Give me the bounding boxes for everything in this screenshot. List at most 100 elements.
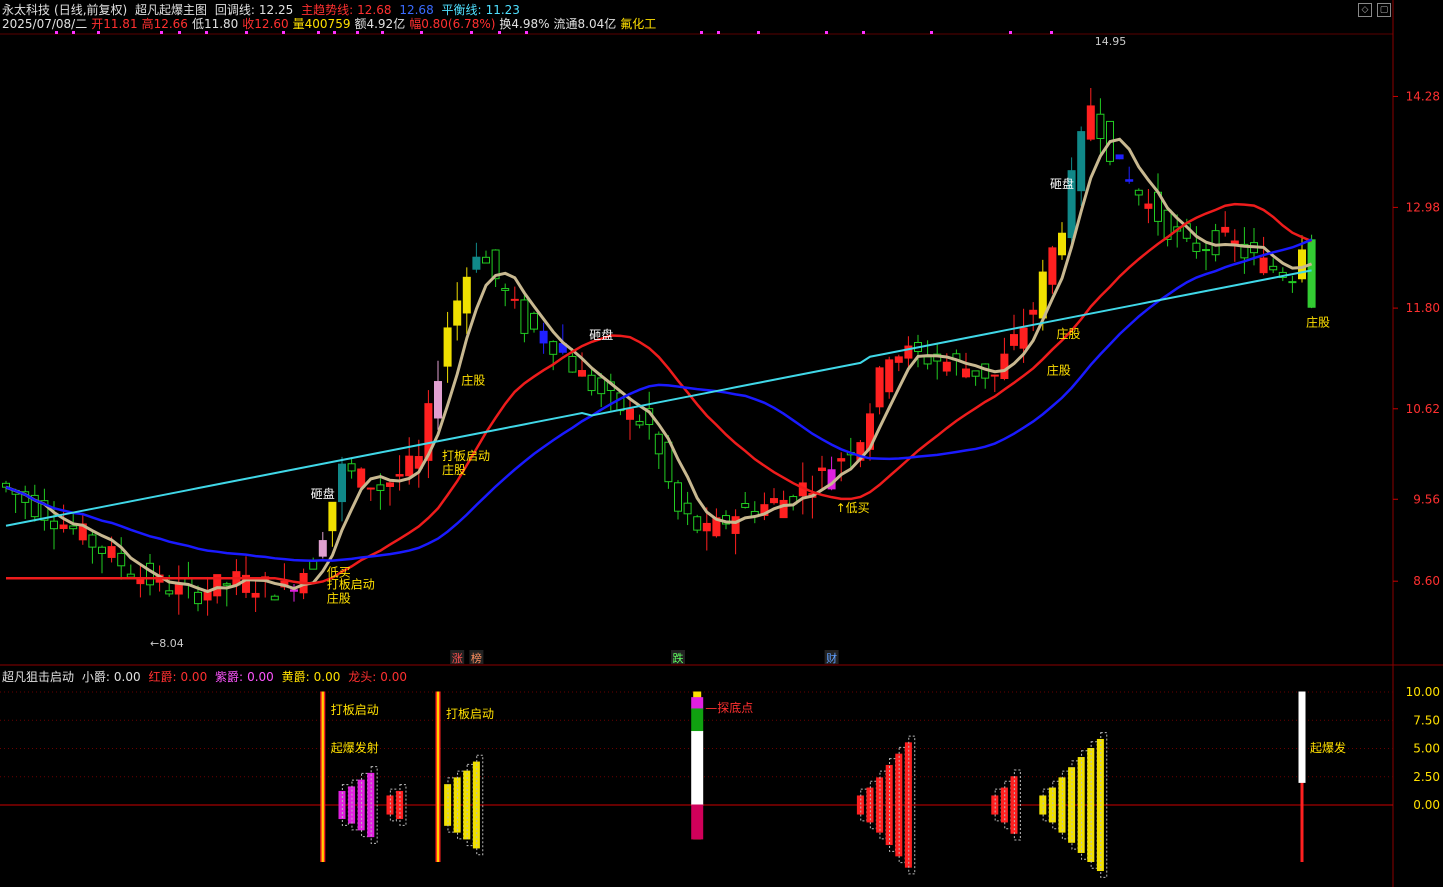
candle-body [597, 377, 606, 395]
candle-body [222, 583, 231, 586]
bottom-tag: 涨 [452, 652, 463, 665]
high-marker: 14.95 [1095, 35, 1127, 48]
amount: 额4.92亿 [354, 17, 406, 31]
annotation-label: 砸盘 [311, 486, 335, 501]
candle-body [1115, 154, 1124, 160]
candle-body [1010, 334, 1018, 346]
candle-body [50, 520, 58, 530]
signal-dot [825, 31, 828, 34]
annotation-label: 庄股 [1306, 315, 1330, 330]
candle-body [328, 501, 337, 532]
candle-body [654, 433, 663, 455]
candle-body [894, 356, 903, 363]
candle-body [837, 458, 846, 462]
candle-body [126, 573, 135, 578]
signal-dot [1050, 31, 1053, 34]
candle-body [462, 276, 471, 314]
candle-body [386, 482, 394, 487]
sub-indicator-name[interactable]: 超凡狙击启动 [2, 670, 74, 684]
candle-body [376, 484, 385, 491]
candle-body [875, 367, 884, 408]
candle-body [482, 256, 490, 264]
candle-body [1211, 230, 1220, 256]
close: 收12.60 [242, 17, 289, 31]
ma-cyan-line [5, 269, 1312, 527]
candle-body [674, 482, 682, 512]
candle-body [405, 455, 414, 477]
stock-chart[interactable]: 14.28 12.98 11.80 10.62 9.56 8.60 10.00 7.50 5.0… [0, 0, 1443, 887]
annotation-label: 庄股 [327, 590, 351, 605]
candle-body [1000, 353, 1009, 379]
open: 开11.81 [91, 17, 138, 31]
annotation-label: 打板启动 [327, 577, 375, 591]
y-tick-label: 10.62 [1406, 402, 1440, 416]
candle-body [587, 374, 596, 392]
candle-body [779, 499, 788, 519]
y-tick-label: 11.80 [1406, 301, 1440, 315]
sub-bar [691, 804, 704, 840]
annotation-label: 打板启动 [442, 449, 490, 463]
sub-bar [436, 691, 440, 862]
candle-body [98, 546, 106, 554]
candle-body [731, 516, 740, 534]
candle-body [1288, 281, 1297, 284]
candle-body [520, 299, 529, 334]
sub-bar [1000, 787, 1008, 823]
candle-body [923, 356, 932, 365]
candle-body [702, 522, 711, 532]
candle-body [1125, 179, 1134, 182]
candle-body [434, 381, 442, 419]
candle-body [309, 560, 318, 570]
candle-body [117, 552, 126, 567]
sub-bar [904, 742, 912, 868]
candle-body [59, 524, 68, 530]
sector[interactable]: 氟化工 [620, 17, 656, 31]
sub-tick-label: 2.50 [1413, 770, 1440, 784]
low-marker: ←8.04 [150, 637, 184, 650]
annotation-label: ↑低买 [836, 501, 870, 515]
candle-body [885, 359, 894, 393]
candle-body [107, 546, 116, 558]
ma-blue-line [5, 238, 1313, 563]
candle-body [146, 562, 154, 586]
volume: 量400759 [292, 17, 351, 31]
ma-red-line [6, 202, 1313, 585]
sub-bar [885, 764, 893, 846]
candle-body [251, 592, 260, 598]
candle-body [347, 463, 356, 472]
annotation-label: 庄股 [1047, 363, 1071, 378]
candle-body [69, 525, 78, 530]
diamond-icon[interactable]: ◇ [1358, 3, 1372, 17]
candle-body [1086, 105, 1095, 140]
candle-body [395, 474, 404, 477]
candle-body [501, 288, 510, 291]
candle-body [338, 463, 346, 503]
candle-body [770, 498, 778, 504]
candle-body [174, 583, 183, 595]
candle-body [136, 578, 145, 585]
candle-body [453, 300, 462, 326]
candle-body [270, 595, 279, 601]
candle-body [693, 516, 702, 531]
candle-body [626, 408, 634, 420]
float: 流通8.04亿 [553, 17, 617, 31]
candle-body [510, 298, 519, 301]
candle-body [962, 368, 970, 378]
bottom-tag: 跌 [673, 651, 684, 665]
candle-body [635, 420, 644, 426]
candle-body [1259, 257, 1268, 274]
sub-tick-label: 5.00 [1413, 742, 1440, 756]
candle-body [818, 467, 826, 472]
candle-body [1048, 247, 1057, 285]
sub-annotation: —探底点 [705, 700, 753, 715]
candle-body [165, 590, 174, 595]
expand-icon[interactable]: ▢ [1377, 3, 1391, 17]
annotation-label: 庄股 [461, 372, 485, 387]
candle-body [942, 361, 951, 372]
candle-body [539, 330, 548, 344]
signal-dot [717, 31, 720, 34]
sub-bar [866, 787, 874, 823]
candle-body [664, 441, 673, 483]
signal-dot [930, 31, 933, 34]
candle-body [443, 327, 452, 367]
